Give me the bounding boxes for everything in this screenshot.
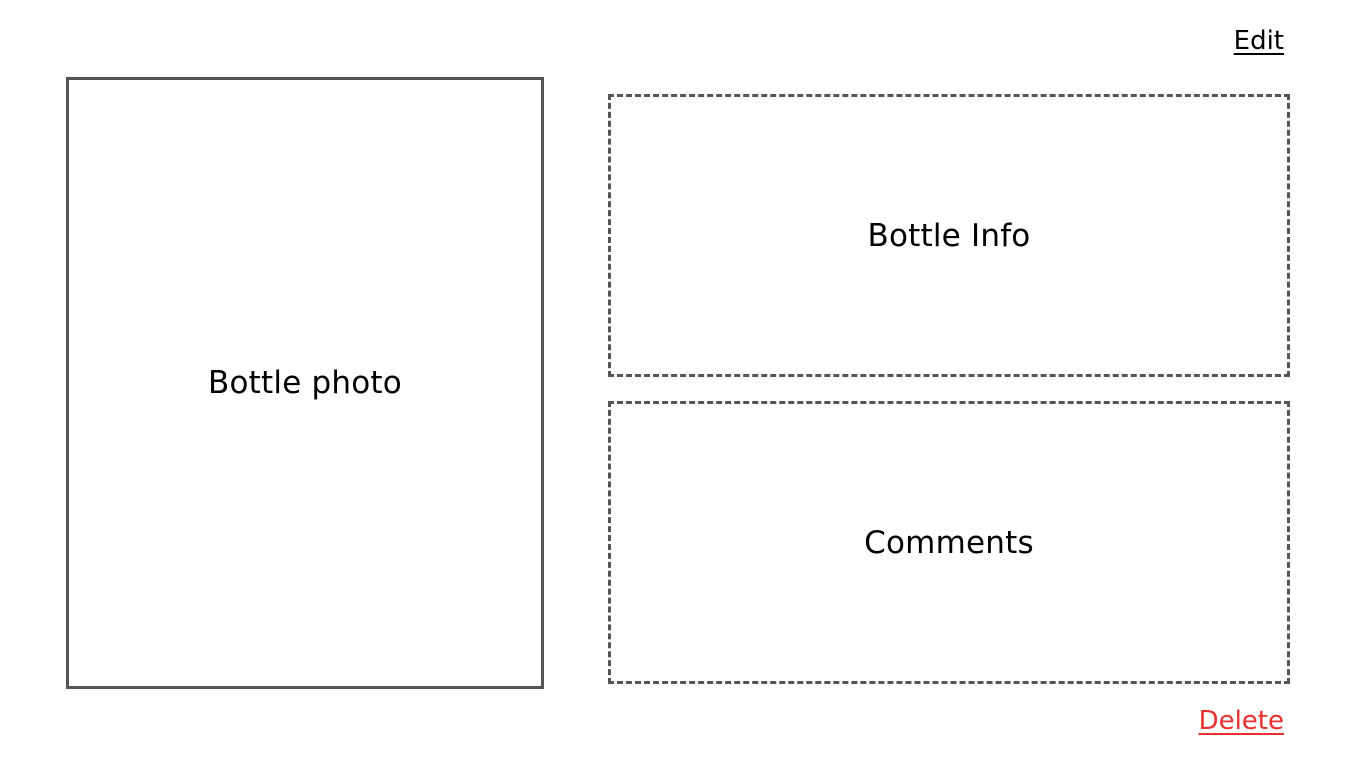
bottle-photo-label: Bottle photo bbox=[208, 365, 402, 401]
bottle-photo-placeholder: Bottle photo bbox=[66, 77, 544, 689]
delete-link[interactable]: Delete bbox=[1199, 706, 1284, 737]
comments-panel: Comments bbox=[608, 401, 1290, 684]
comments-label: Comments bbox=[864, 524, 1034, 561]
edit-link[interactable]: Edit bbox=[1234, 26, 1284, 57]
bottle-detail-page: Edit Bottle photo Bottle Info Comments D… bbox=[0, 0, 1366, 768]
bottle-info-panel: Bottle Info bbox=[608, 94, 1290, 377]
bottle-info-label: Bottle Info bbox=[867, 217, 1031, 254]
